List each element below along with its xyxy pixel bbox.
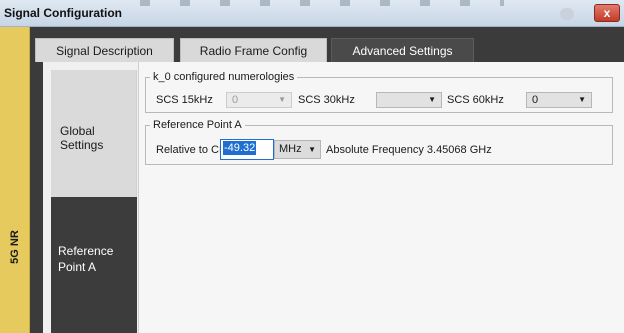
chevron-down-icon: ▼	[578, 95, 586, 104]
unit-value: MHz	[279, 143, 302, 155]
relative-to-cf-input[interactable]: -49.32	[220, 139, 274, 160]
tab-signal-description[interactable]: Signal Description	[35, 38, 174, 62]
settings-panel: k_0 configured numerologies SCS 15kHz 0 …	[138, 62, 624, 333]
tab-radio-frame-config[interactable]: Radio Frame Config	[180, 38, 327, 62]
chevron-down-icon: ▼	[308, 145, 316, 154]
scs15-select[interactable]: 0 ▼	[226, 92, 292, 108]
tab-label: Signal Description	[56, 44, 153, 58]
subnav-reference-point-a[interactable]: Reference Point A	[51, 197, 137, 333]
scs30-select[interactable]: ▼	[376, 92, 442, 108]
scs30-label: SCS 30kHz	[298, 94, 355, 106]
sidebar-label: 5G NR	[9, 230, 21, 264]
tab-label: Advanced Settings	[352, 44, 453, 58]
tab-advanced-settings[interactable]: Advanced Settings	[331, 38, 474, 62]
dialog-body: Signal Description Radio Frame Config Ad…	[30, 27, 624, 333]
subnav-label: Global Settings	[60, 124, 104, 152]
scs60-select[interactable]: 0 ▼	[526, 92, 592, 108]
sidebar: 5G NR	[0, 27, 30, 333]
tab-label: Radio Frame Config	[199, 44, 308, 58]
absolute-frequency-text: Absolute Frequency 3.45068 GHz	[326, 144, 492, 156]
reference-point-legend: Reference Point A	[153, 119, 242, 131]
close-button[interactable]: x	[594, 4, 620, 22]
relative-to-cf-value: -49.32	[223, 141, 257, 155]
subnav-global-settings[interactable]: Global Settings	[51, 70, 137, 197]
scs15-label: SCS 15kHz	[156, 94, 213, 106]
subnav-label: Reference Point A	[58, 244, 114, 274]
relative-to-cf-label: Relative to CF	[156, 144, 226, 156]
title-bar: Signal Configuration x	[0, 0, 624, 27]
scs15-value: 0	[232, 94, 239, 106]
minimize-indicator-icon	[560, 8, 574, 20]
sidebar-label-wrap: 5G NR	[2, 217, 28, 277]
scs60-value: 0	[532, 94, 539, 106]
title-bar-decoration	[140, 0, 504, 6]
chevron-down-icon: ▼	[428, 95, 436, 104]
numerologies-legend: k_0 configured numerologies	[153, 71, 295, 83]
window-title: Signal Configuration	[4, 6, 122, 20]
reference-point-group: Reference Point A	[145, 119, 613, 165]
chevron-down-icon: ▼	[278, 95, 286, 104]
scs60-label: SCS 60kHz	[447, 94, 504, 106]
settings-subnav: Global Settings Reference Point A	[51, 70, 137, 333]
unit-select[interactable]: MHz ▼	[274, 140, 321, 159]
tab-content: Global Settings Reference Point A k_0 co…	[43, 62, 624, 333]
